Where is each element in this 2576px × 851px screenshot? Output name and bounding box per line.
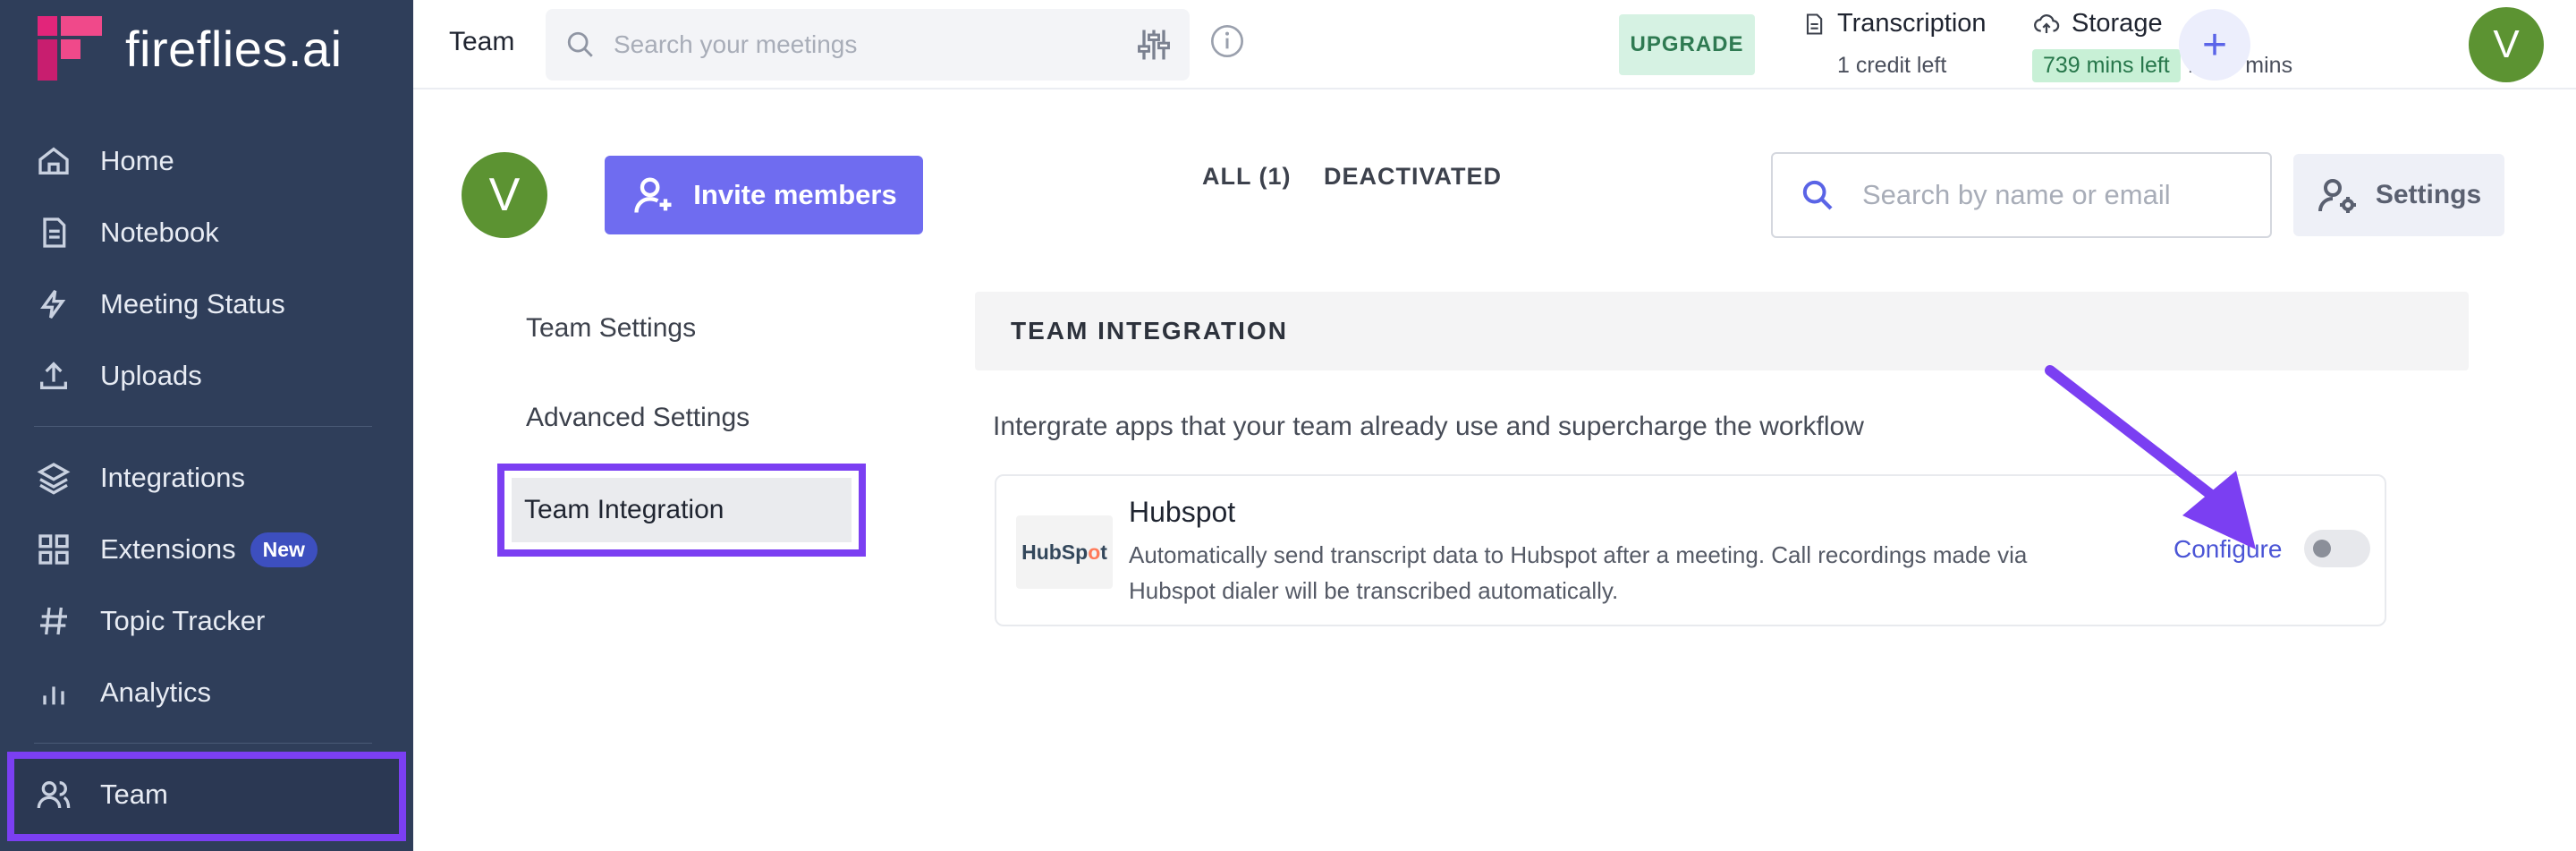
hubspot-logo: HubSp o t [1016, 515, 1113, 589]
bar-chart-icon [34, 673, 73, 712]
hubspot-logo-text: HubSp [1021, 540, 1089, 564]
search-placeholder: Search by name or email [1862, 179, 2171, 210]
sidebar-divider [34, 743, 372, 744]
plus-icon: + [2201, 21, 2228, 69]
user-avatar[interactable]: V [2469, 7, 2544, 82]
storage-label: Storage [2072, 9, 2163, 38]
filter-sliders-icon[interactable] [1134, 25, 1174, 64]
sidebar: fireflies.ai Home Notebook Meeting Statu… [0, 0, 413, 851]
sidebar-item-label: Meeting Status [100, 288, 285, 319]
tab-all[interactable]: ALL (1) [1202, 163, 1292, 191]
add-user-icon [634, 177, 672, 213]
sidebar-item-label: Home [100, 145, 174, 176]
sidebar-item-label: Integrations [100, 462, 245, 493]
new-badge: New [250, 532, 318, 567]
transcription-label: Transcription [1837, 9, 1987, 38]
sidebar-item-analytics[interactable]: Analytics [34, 666, 211, 719]
settings-button[interactable]: Settings [2293, 154, 2504, 236]
menu-team-integration-label: Team Integration [512, 478, 852, 542]
user-settings-icon [2318, 179, 2356, 213]
grid-icon [34, 530, 73, 569]
invite-members-label: Invite members [693, 179, 897, 210]
home-icon [34, 141, 73, 181]
search-icon [567, 31, 593, 57]
sidebar-item-label: Uploads [100, 360, 202, 391]
integration-toggle[interactable] [2304, 530, 2370, 567]
integration-description: Automatically send transcript data to Hu… [1129, 541, 2028, 604]
sidebar-item-meeting-status[interactable]: Meeting Status [34, 277, 285, 331]
search-placeholder: Search your meetings [614, 30, 858, 58]
page-title: Team [449, 27, 515, 56]
document-icon [1806, 13, 1823, 35]
sidebar-item-topic-tracker[interactable]: Topic Tracker [34, 594, 265, 648]
sidebar-item-home[interactable]: Home [34, 134, 174, 188]
hubspot-logo-text-end: t [1100, 540, 1107, 564]
hash-icon [34, 601, 73, 641]
transcription-credits: Transcription 1 credit left [1801, 9, 1987, 79]
sidebar-divider [34, 426, 372, 427]
credits-left: 1 credit left [1837, 53, 1947, 78]
sidebar-item-uploads[interactable]: Uploads [34, 349, 202, 403]
sidebar-item-notebook[interactable]: Notebook [34, 206, 219, 260]
info-icon[interactable] [1209, 23, 1245, 59]
sidebar-item-label: Team [100, 779, 168, 810]
toggle-knob [2313, 540, 2331, 557]
hubspot-logo-sprocket: o [1088, 540, 1101, 564]
integration-title: Hubspot [1129, 496, 1236, 528]
menu-team-integration[interactable]: Team Integration [497, 464, 866, 557]
sidebar-item-team[interactable]: Team [34, 768, 168, 821]
sidebar-item-label: Notebook [100, 217, 219, 248]
sidebar-item-extensions[interactable]: Extensions New [34, 523, 318, 576]
users-icon [34, 775, 73, 814]
invite-members-button[interactable]: Invite members [605, 156, 923, 234]
team-avatar: V [462, 152, 547, 238]
tab-deactivated[interactable]: DEACTIVATED [1324, 163, 1502, 191]
fireflies-logo-icon [38, 16, 102, 81]
sidebar-item-label: Topic Tracker [100, 605, 266, 636]
annotation-arrow-icon [2045, 365, 2256, 549]
meeting-search-input[interactable]: Search your meetings [546, 9, 1190, 81]
upload-icon [34, 356, 73, 396]
storage-status: Storage 739 mins left / 800 mins [2032, 9, 2292, 82]
add-button[interactable]: + [2179, 9, 2250, 81]
lightning-icon [34, 285, 73, 324]
menu-team-settings[interactable]: Team Settings [526, 313, 696, 344]
upgrade-button[interactable]: UPGRADE [1619, 14, 1755, 75]
app-logo[interactable]: fireflies.ai [38, 16, 343, 81]
storage-left-pill: 739 mins left [2032, 49, 2181, 82]
menu-advanced-settings[interactable]: Advanced Settings [526, 403, 750, 433]
app-name: fireflies.ai [125, 20, 343, 77]
settings-label: Settings [2375, 180, 2482, 209]
notebook-icon [34, 213, 73, 252]
search-icon [1802, 180, 1833, 210]
section-subtitle: Intergrate apps that your team already u… [993, 412, 1864, 441]
member-search-input[interactable]: Search by name or email [1771, 152, 2272, 238]
sidebar-item-label: Extensions [100, 533, 236, 565]
top-bar: Team Search your meetings UPGRADE Transc… [413, 0, 2576, 89]
cloud-upload-icon [2034, 13, 2060, 33]
sidebar-item-integrations[interactable]: Integrations [34, 451, 245, 505]
layers-icon [34, 458, 73, 498]
sidebar-item-label: Analytics [100, 677, 212, 708]
